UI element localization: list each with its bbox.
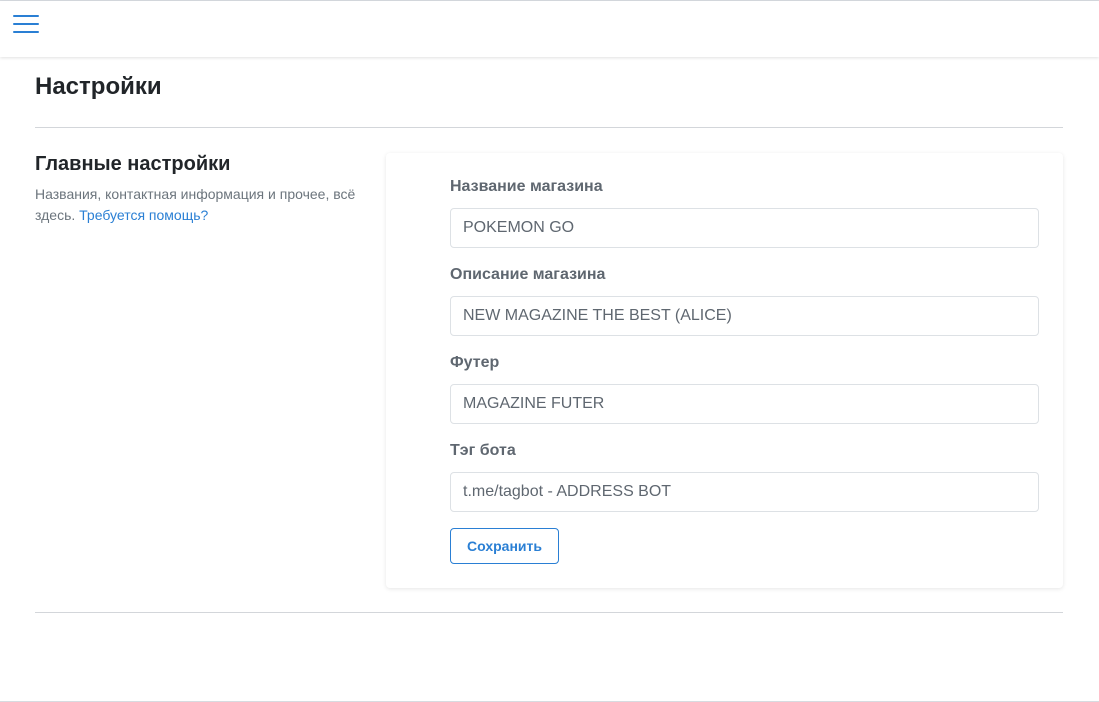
- top-navbar: [0, 1, 1099, 57]
- section-title: Главные настройки: [35, 153, 231, 175]
- bottom-divider: [35, 612, 1063, 613]
- hamburger-menu-icon[interactable]: [13, 14, 39, 36]
- settings-form-card: Название магазина Описание магазина Футе…: [386, 153, 1063, 588]
- footer-input[interactable]: [450, 384, 1039, 424]
- section-info: Главные настройки Названия, контактная и…: [35, 153, 370, 226]
- page-title: Настройки: [35, 73, 162, 100]
- top-divider: [35, 127, 1063, 128]
- save-button[interactable]: Сохранить: [450, 528, 559, 564]
- hamburger-line: [13, 31, 39, 33]
- hamburger-line: [13, 23, 39, 25]
- help-link[interactable]: Требуется помощь?: [79, 207, 208, 223]
- store-description-input[interactable]: [450, 296, 1039, 336]
- footer-label: Футер: [450, 354, 500, 371]
- store-description-label: Описание магазина: [450, 266, 606, 283]
- bot-tag-input[interactable]: [450, 472, 1039, 512]
- hamburger-line: [13, 15, 39, 17]
- store-name-input[interactable]: [450, 208, 1039, 248]
- settings-page: Настройки Главные настройки Названия, ко…: [0, 0, 1099, 702]
- bot-tag-label: Тэг бота: [450, 442, 516, 459]
- section-description: Названия, контактная информация и прочее…: [35, 184, 370, 226]
- store-name-label: Название магазина: [450, 178, 603, 195]
